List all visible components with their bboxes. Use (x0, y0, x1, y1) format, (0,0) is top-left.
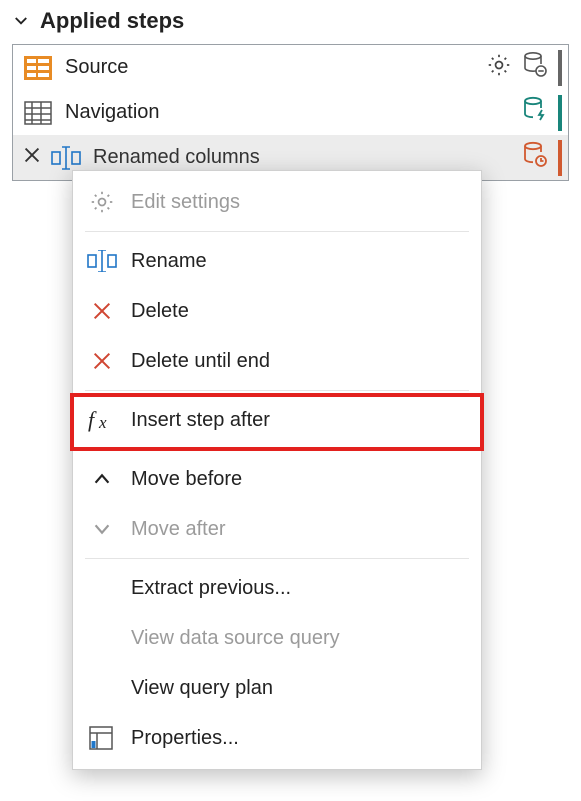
database-clock-icon[interactable] (522, 141, 548, 175)
step-row-navigation[interactable]: Navigation (13, 90, 568, 135)
chevron-up-icon (87, 464, 117, 494)
source-icon (23, 53, 53, 83)
applied-steps-title: Applied steps (40, 8, 184, 34)
database-bolt-icon[interactable] (522, 96, 548, 130)
step-label: Source (65, 56, 474, 79)
chevron-down-icon (12, 12, 30, 30)
x-icon (87, 346, 117, 376)
properties-icon (87, 723, 117, 753)
menu-label: Extract previous... (131, 577, 291, 600)
menu-properties[interactable]: Properties... (73, 713, 481, 763)
step-marker (558, 140, 562, 176)
menu-separator (85, 390, 469, 391)
menu-delete-until-end[interactable]: Delete until end (73, 336, 481, 386)
menu-label: Rename (131, 250, 207, 273)
x-icon (87, 296, 117, 326)
step-label: Renamed columns (93, 146, 510, 169)
blank-icon (87, 573, 117, 603)
menu-move-before[interactable]: Move before (73, 454, 481, 504)
menu-label: Move after (131, 518, 225, 541)
menu-separator (85, 449, 469, 450)
menu-move-after: Move after (73, 504, 481, 554)
applied-steps-header[interactable]: Applied steps (0, 0, 581, 38)
gear-icon[interactable] (486, 52, 512, 84)
blank-icon (87, 673, 117, 703)
menu-separator (85, 558, 469, 559)
rename-column-icon (51, 143, 81, 173)
menu-label: Edit settings (131, 191, 240, 214)
menu-label: View query plan (131, 677, 273, 700)
menu-label: Move before (131, 468, 242, 491)
step-row-source[interactable]: Source (13, 45, 568, 90)
gear-icon (87, 187, 117, 217)
menu-delete[interactable]: Delete (73, 286, 481, 336)
delete-step-icon[interactable] (21, 144, 43, 172)
database-minus-icon[interactable] (522, 51, 548, 85)
menu-separator (85, 231, 469, 232)
step-marker (558, 95, 562, 131)
chevron-down-icon (87, 514, 117, 544)
menu-label: Insert step after (131, 409, 270, 432)
menu-extract-previous[interactable]: Extract previous... (73, 563, 481, 613)
menu-label: Properties... (131, 727, 239, 750)
svg-text:x: x (98, 413, 107, 432)
menu-insert-step-after[interactable]: fx Insert step after (73, 395, 481, 445)
menu-view-data-source-query: View data source query (73, 613, 481, 663)
applied-steps-panel: Source Navigation (12, 44, 569, 181)
menu-label: View data source query (131, 627, 340, 650)
blank-icon (87, 623, 117, 653)
menu-rename[interactable]: Rename (73, 236, 481, 286)
svg-text:f: f (88, 408, 97, 432)
menu-edit-settings: Edit settings (73, 177, 481, 227)
step-context-menu: Edit settings Rename Delete Delete until… (72, 170, 482, 770)
menu-view-query-plan[interactable]: View query plan (73, 663, 481, 713)
table-icon (23, 98, 53, 128)
menu-label: Delete (131, 300, 189, 323)
menu-label: Delete until end (131, 350, 270, 373)
rename-icon (87, 246, 117, 276)
step-marker (558, 50, 562, 86)
step-label: Navigation (65, 101, 510, 124)
fx-icon: fx (87, 405, 117, 435)
